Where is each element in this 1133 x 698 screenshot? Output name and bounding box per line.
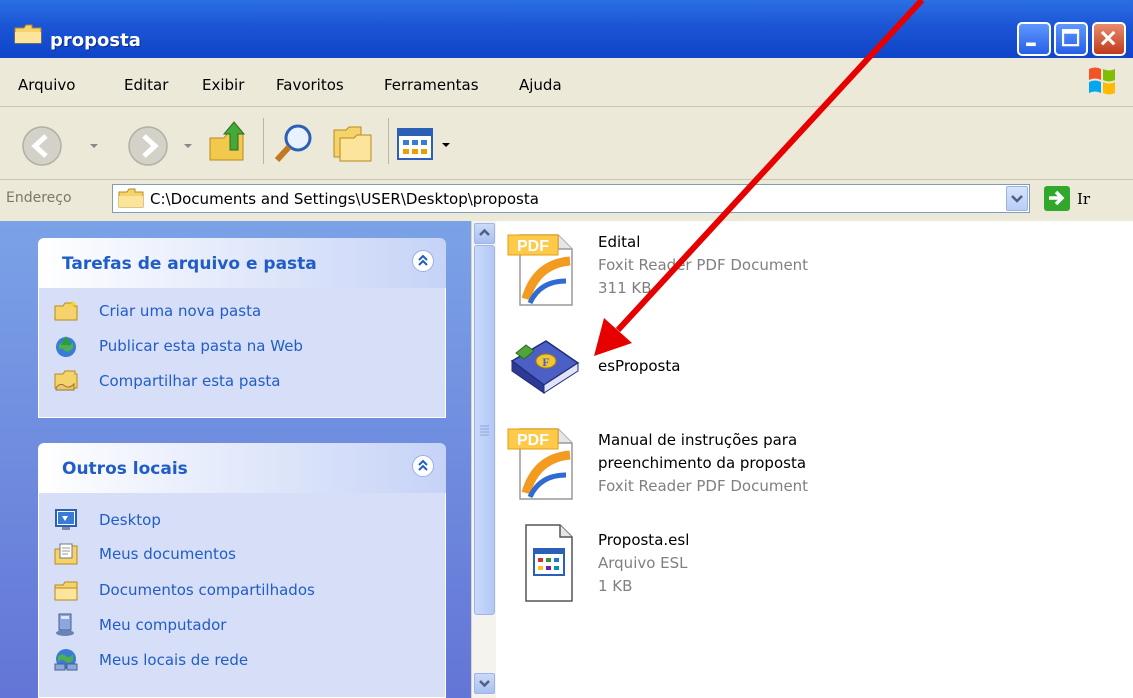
maximize-button[interactable]	[1054, 22, 1088, 56]
file-type: Foxit Reader PDF Document	[598, 256, 809, 274]
file-item-proposta-esl[interactable]: Proposta.esl Arquivo ESL 1 KB	[496, 523, 1133, 613]
go-label[interactable]: Ir	[1077, 190, 1090, 208]
menu-exibir[interactable]: Exibir	[202, 76, 244, 94]
file-list: PDF Edital Foxit Reader PDF Document 311…	[496, 221, 1133, 698]
svg-text:PDF: PDF	[517, 432, 549, 449]
file-item-edital[interactable]: PDF Edital Foxit Reader PDF Document 311…	[496, 229, 1133, 317]
views-dropdown-icon[interactable]	[440, 140, 452, 150]
menu-bar: Arquivo Editar Exibir Favoritos Ferramen…	[0, 58, 1133, 107]
file-item-manual[interactable]: PDF Manual de instruções para preenchime…	[496, 423, 1133, 513]
file-item-esproposta[interactable]: F esProposta	[496, 323, 1133, 411]
title-bar[interactable]: proposta	[0, 0, 1133, 58]
up-folder-icon[interactable]	[206, 116, 252, 166]
place-label: Desktop	[99, 511, 161, 529]
windows-logo-icon	[1089, 67, 1115, 95]
close-icon	[1100, 30, 1116, 46]
place-label: Meus locais de rede	[99, 651, 249, 669]
forward-arrow-icon[interactable]	[126, 124, 170, 168]
file-tasks-panel: Criar uma nova pasta Publicar esta pasta…	[38, 288, 446, 418]
other-places-header[interactable]: Outros locais	[38, 443, 446, 493]
chevron-up-icon	[479, 228, 490, 236]
file-name: esProposta	[598, 357, 681, 375]
forward-dropdown-icon[interactable]	[182, 141, 194, 151]
menu-editar[interactable]: Editar	[124, 76, 168, 94]
collapse-chevrons-icon	[418, 459, 428, 471]
collapse-button[interactable]	[412, 455, 434, 477]
file-type: Arquivo ESL	[598, 554, 688, 572]
minimize-icon	[1026, 42, 1036, 47]
menu-ajuda[interactable]: Ajuda	[519, 76, 562, 94]
window-title: proposta	[50, 30, 141, 51]
task-pane: Tarefas de arquivo e pasta Criar uma nov…	[0, 221, 471, 698]
file-name: Edital	[598, 233, 641, 251]
vertical-scrollbar[interactable]	[471, 221, 496, 698]
folder-icon	[118, 188, 144, 208]
svg-text:F: F	[542, 355, 549, 369]
address-path: C:\Documents and Settings\USER\Desktop\p…	[150, 190, 539, 208]
close-button[interactable]	[1092, 22, 1126, 56]
file-type: Foxit Reader PDF Document	[598, 477, 809, 495]
publish-web-icon	[56, 336, 76, 357]
chevron-down-icon	[1011, 195, 1023, 203]
collapse-button[interactable]	[412, 250, 434, 272]
folders-icon[interactable]	[330, 122, 376, 166]
views-icon[interactable]	[396, 127, 438, 163]
file-tasks-header[interactable]: Tarefas de arquivo e pasta	[38, 238, 446, 288]
chevron-down-icon	[479, 680, 490, 688]
address-label: Endereço	[6, 190, 72, 206]
file-name-line2: preenchimento da proposta	[598, 454, 807, 472]
new-folder-icon	[54, 300, 78, 321]
menu-arquivo[interactable]: Arquivo	[18, 76, 75, 94]
network-places-icon	[54, 649, 78, 671]
explorer-window: proposta Arquivo Editar Exibir Favoritos…	[0, 0, 1133, 698]
shared-documents-icon	[54, 581, 78, 601]
other-places-panel: Desktop Meus documentos Documentos compa…	[38, 493, 446, 698]
folder-icon	[14, 24, 42, 44]
svg-text:PDF: PDF	[517, 238, 549, 255]
file-name-line1: Manual de instruções para	[598, 431, 798, 449]
scroll-up-button[interactable]	[474, 223, 495, 244]
my-computer-icon	[56, 613, 74, 636]
file-size: 1 KB	[598, 577, 633, 595]
place-label: Meus documentos	[99, 545, 236, 563]
file-size: 311 KB	[598, 279, 652, 297]
grip-icon	[480, 425, 489, 436]
pdf-icon: PDF	[507, 234, 573, 306]
menu-ferramentas[interactable]: Ferramentas	[384, 76, 479, 94]
desktop-icon	[55, 509, 77, 530]
share-folder-icon	[54, 370, 78, 391]
file-tasks-title: Tarefas de arquivo e pasta	[62, 254, 317, 274]
scroll-thumb[interactable]	[474, 245, 495, 615]
go-button[interactable]	[1044, 186, 1070, 211]
task-label: Compartilhar esta pasta	[99, 372, 281, 390]
task-label: Publicar esta pasta na Web	[99, 337, 303, 355]
back-arrow-icon[interactable]	[20, 124, 64, 168]
search-icon[interactable]	[272, 120, 318, 166]
application-book-icon: F	[510, 340, 580, 394]
minimize-button[interactable]	[1017, 22, 1051, 56]
place-label: Documentos compartilhados	[99, 581, 315, 599]
maximize-icon	[1061, 29, 1080, 47]
toolbar-separator	[388, 118, 389, 164]
pdf-icon: PDF	[507, 428, 573, 500]
address-dropdown-button[interactable]	[1006, 186, 1028, 211]
task-label: Criar uma nova pasta	[99, 302, 262, 320]
back-dropdown-icon[interactable]	[88, 141, 100, 151]
place-label: Meu computador	[99, 616, 227, 634]
collapse-chevrons-icon	[418, 254, 428, 266]
go-arrow-icon	[1049, 190, 1065, 206]
scroll-down-button[interactable]	[474, 673, 495, 694]
file-name: Proposta.esl	[598, 531, 690, 549]
other-places-title: Outros locais	[62, 459, 188, 479]
esl-file-icon	[525, 524, 573, 602]
toolbar-separator	[263, 118, 264, 164]
menu-favoritos[interactable]: Favoritos	[276, 76, 344, 94]
my-documents-icon	[54, 543, 78, 565]
